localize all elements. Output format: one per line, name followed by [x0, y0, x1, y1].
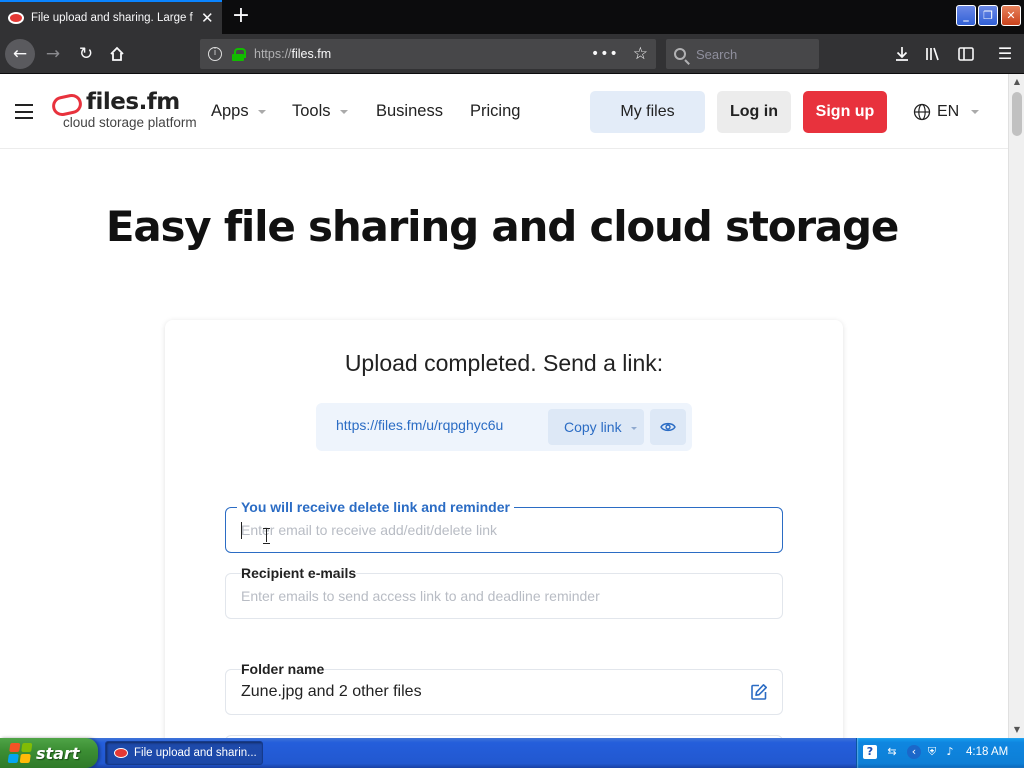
search-bar[interactable]: Search [666, 39, 819, 69]
browser-tab-active[interactable]: File upload and sharing. Large file ✕ [0, 0, 222, 34]
close-tab-icon[interactable]: ✕ [201, 9, 214, 27]
upload-card: Upload completed. Send a link: https://f… [165, 320, 843, 738]
menu-icon[interactable]: ☰ [991, 40, 1019, 68]
page-info-icon[interactable]: i [208, 47, 222, 61]
nav-business[interactable]: Business [376, 102, 443, 121]
sign-up-button[interactable]: Sign up [803, 91, 887, 133]
delete-link-email-label: You will receive delete link and reminde… [237, 499, 514, 515]
chevron-down-icon [971, 110, 980, 114]
tab-title: File upload and sharing. Large file [31, 12, 193, 24]
show-hidden-icons-chevron-icon[interactable]: ‹ [907, 745, 921, 759]
recipient-emails-placeholder: Enter emails to send access link to and … [241, 588, 600, 604]
new-tab-button[interactable]: + [228, 3, 254, 29]
network-icon[interactable]: ⇆ [885, 745, 899, 759]
library-icon[interactable] [920, 40, 948, 68]
sidebar-icon[interactable] [952, 40, 980, 68]
page-scrollbar[interactable]: ▲ ▼ [1008, 74, 1024, 738]
log-in-button[interactable]: Log in [717, 91, 791, 133]
preview-button[interactable] [650, 409, 686, 445]
page-title: Easy file sharing and cloud storage [105, 202, 900, 251]
text-cursor [241, 522, 242, 539]
search-icon [674, 48, 686, 60]
windows-taskbar: start File upload and sharin... ? ⇆ ‹ ⛨ … [0, 738, 1024, 768]
delete-link-email-placeholder: Enter email to receive add/edit/delete l… [241, 522, 498, 538]
recipient-emails-label: Recipient e-mails [241, 565, 357, 581]
copy-link-button[interactable]: Copy link [548, 409, 644, 445]
secure-lock-icon[interactable] [232, 47, 246, 61]
bookmark-star-icon[interactable]: ☆ [633, 44, 648, 64]
site-favicon-icon [8, 12, 24, 24]
security-shield-icon[interactable]: ⛨ [925, 745, 939, 759]
chevron-down-icon [630, 426, 637, 430]
taskbar-firefox-window[interactable]: File upload and sharin... [105, 741, 263, 765]
home-icon [110, 46, 124, 61]
clock: 4:18 AM [966, 746, 1009, 758]
language-label: EN [937, 103, 960, 120]
browser-toolbar: ← → ↻ i https://files.fm ••• ☆ Search ☰ [0, 34, 1024, 74]
eye-icon [660, 422, 676, 432]
close-window-button[interactable]: ✕ [1001, 5, 1021, 26]
nav-apps[interactable]: Apps [211, 102, 266, 121]
page-actions-icon[interactable]: ••• [591, 46, 619, 62]
firefox-app-icon [114, 748, 128, 758]
volume-icon[interactable]: ♪ [943, 745, 957, 759]
search-placeholder: Search [696, 46, 738, 62]
mouse-ibeam-cursor [263, 528, 270, 544]
globe-icon [913, 103, 931, 121]
chevron-down-icon [339, 109, 348, 114]
scroll-up-arrow-icon[interactable]: ▲ [1009, 74, 1024, 90]
edit-icon[interactable] [750, 683, 768, 701]
forward-button[interactable]: → [39, 40, 67, 68]
taskbar-window-label: File upload and sharin... [134, 747, 257, 759]
restore-window-button[interactable]: ❐ [978, 5, 998, 26]
chevron-down-icon [257, 109, 266, 114]
browser-tab-bar: File upload and sharing. Large file ✕ + … [0, 0, 1024, 34]
home-button[interactable] [103, 40, 131, 68]
scroll-down-arrow-icon[interactable]: ▼ [1009, 722, 1024, 738]
back-button[interactable]: ← [5, 39, 35, 69]
page-viewport: files.fm cloud storage platform Apps Too… [0, 74, 1008, 738]
nav-tools[interactable]: Tools [292, 102, 348, 121]
url-text[interactable]: https://files.fm [254, 47, 591, 61]
scrollbar-thumb[interactable] [1012, 92, 1022, 136]
my-files-button[interactable]: My files [590, 91, 705, 133]
share-link-box: https://files.fm/u/rqpghyc6u Copy link [316, 403, 692, 451]
start-button[interactable]: start [0, 738, 98, 768]
reload-button[interactable]: ↻ [72, 40, 100, 68]
folder-name-label: Folder name [241, 661, 325, 677]
hamburger-menu-icon[interactable] [15, 104, 33, 119]
help-icon[interactable]: ? [863, 745, 877, 759]
logo-name: files.fm [86, 89, 180, 115]
logo-tagline: cloud storage platform [63, 115, 197, 130]
start-label: start [36, 743, 80, 763]
language-selector[interactable]: EN [913, 103, 980, 121]
nav-pricing[interactable]: Pricing [470, 102, 520, 121]
downloads-icon[interactable] [888, 40, 916, 68]
share-link-url[interactable]: https://files.fm/u/rqpghyc6u [336, 417, 503, 433]
minimize-window-button[interactable]: _ [956, 5, 976, 26]
windows-logo-icon [7, 743, 33, 763]
site-header: files.fm cloud storage platform Apps Too… [0, 74, 1008, 149]
url-bar[interactable]: i https://files.fm ••• ☆ [200, 39, 656, 69]
upload-completed-heading: Upload completed. Send a link: [344, 350, 664, 376]
folder-name-value: Zune.jpg and 2 other files [241, 683, 422, 700]
